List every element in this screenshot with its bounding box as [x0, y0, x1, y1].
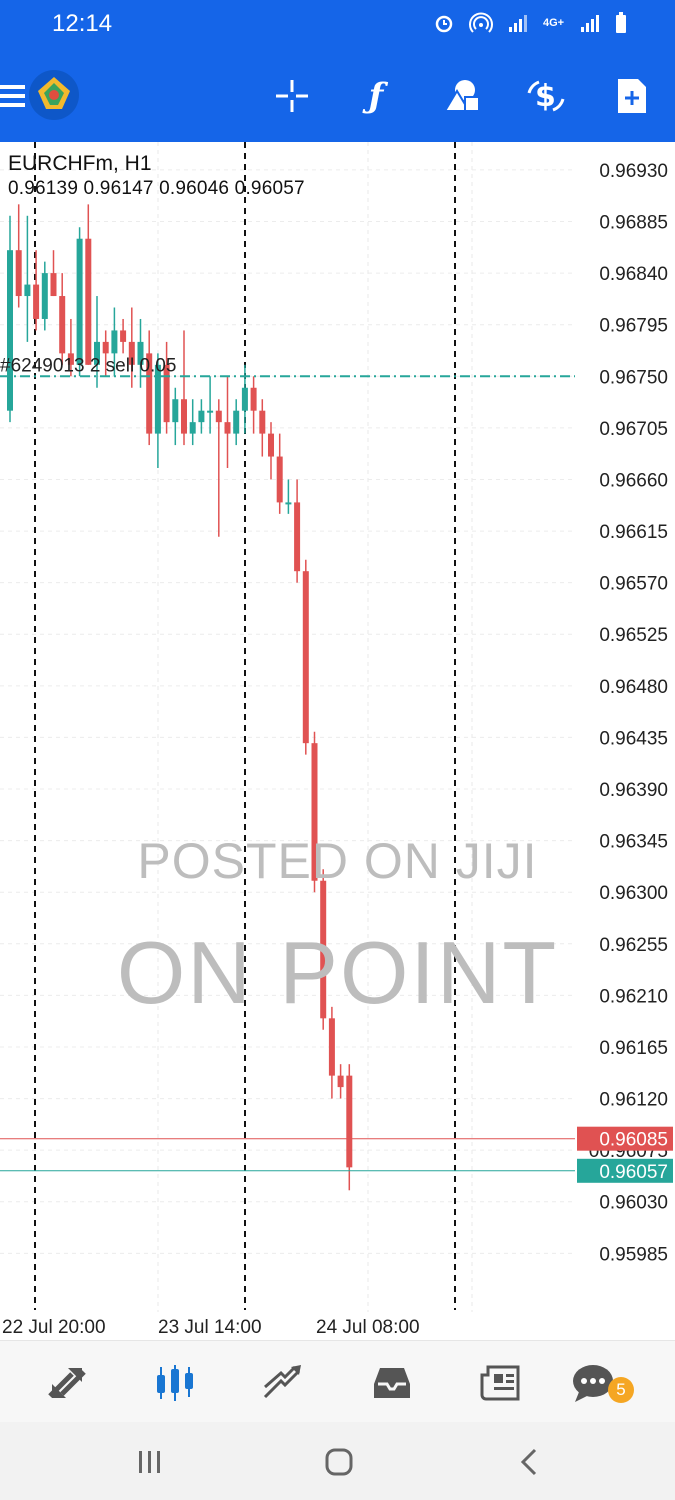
candle-body [85, 238, 92, 365]
y-tick-label: 0.96840 [599, 264, 668, 285]
candle-body [102, 341, 109, 354]
y-tick-label: 0.96435 [599, 728, 668, 749]
candle-body [268, 433, 274, 457]
candle-body [215, 410, 222, 423]
candlestick-chart[interactable]: 0.96930 0.96885 0.96840 0.96795 0.96750 0.967… [0, 142, 675, 1340]
order-label: #6249013 2 sell 0.05 [0, 355, 176, 376]
y-tick-label: 0.96615 [599, 522, 668, 543]
candle-body [285, 502, 292, 505]
y-tick-label: 0.96705 [599, 419, 668, 440]
y-tick-label: 0.96525 [599, 625, 668, 646]
trade-icon[interactable] [259, 1359, 307, 1407]
y-tick-label: 0.96030 [599, 1193, 668, 1214]
ohlc-values: 0.96139 0.96147 0.96046 0.96057 [8, 178, 305, 199]
back-icon[interactable] [511, 1446, 547, 1478]
bid-price-label: 0.96085 [599, 1130, 668, 1151]
candle-body [41, 273, 48, 319]
y-tick-label: 0.96480 [599, 677, 668, 698]
candle-body [120, 330, 127, 342]
hotspot-icon [469, 12, 493, 33]
candle-body [172, 399, 179, 423]
candle-body [207, 410, 214, 413]
candle-body [276, 456, 283, 503]
status-icons: 4G+ [433, 12, 627, 34]
symbol-title: EURCHFm, H1 [8, 152, 152, 175]
candle-body [15, 250, 22, 297]
candle-body [250, 387, 257, 411]
y-tick-label: 0.96165 [599, 1038, 668, 1059]
objects-icon[interactable] [438, 72, 486, 120]
quotes-icon[interactable] [43, 1359, 91, 1407]
status-time: 12:14 [52, 10, 113, 37]
x-tick-label: 23 Jul 14:00 [158, 1317, 262, 1338]
y-tick-label: 0.96660 [599, 470, 668, 491]
y-tick-label: 0.96885 [599, 213, 668, 234]
new-order-icon[interactable] [608, 72, 656, 120]
candle-body [328, 1018, 335, 1076]
home-icon[interactable] [321, 1446, 357, 1478]
indicators-icon[interactable]: ƒ [352, 72, 400, 120]
status-bar: 12:14 4G+ [0, 0, 675, 50]
price-chart[interactable]: 0.96930 0.96885 0.96840 0.96795 0.96750 0.967… [0, 142, 675, 1340]
candle-body [241, 387, 248, 411]
bottom-nav [0, 1340, 675, 1423]
candle-body [111, 330, 118, 354]
x-tick-label: 22 Jul 20:00 [2, 1317, 106, 1338]
signal-icon-2 [581, 15, 599, 32]
candle-body [337, 1075, 344, 1088]
ask-price-label: 0.96057 [599, 1162, 668, 1183]
x-tick-label: 24 Jul 08:00 [316, 1317, 420, 1338]
candle-body [198, 410, 205, 423]
y-tick-label: 0.95985 [599, 1244, 668, 1265]
crosshair-icon[interactable] [268, 72, 316, 120]
symbols-icon[interactable]: $ [522, 72, 570, 120]
recent-apps-icon[interactable] [132, 1446, 168, 1478]
candle-body [59, 296, 66, 354]
chat-badge: 5 [608, 1377, 634, 1403]
candle-body [7, 250, 13, 411]
news-icon[interactable] [477, 1359, 525, 1407]
candle-body [302, 571, 309, 744]
candle-body [233, 410, 240, 434]
y-tick-label: 0.96795 [599, 316, 668, 337]
battery-icon [616, 12, 626, 33]
candle-body [24, 284, 31, 297]
watermark-bottom: ON POINT [116, 923, 559, 1022]
candle-body [224, 422, 231, 434]
candle-body [294, 502, 301, 572]
y-tick-label: 0.96120 [599, 1090, 668, 1111]
app-toolbar: ƒ $ [0, 50, 675, 142]
metatrader-logo[interactable] [27, 68, 81, 122]
candle-body [181, 399, 187, 434]
candle-body [33, 284, 40, 319]
alarm-icon [435, 15, 453, 33]
candle-body [50, 273, 57, 297]
watermark-top: POSTED ON JIJI [137, 833, 538, 889]
candle-body [76, 238, 83, 365]
system-nav-bar [0, 1422, 675, 1500]
y-tick-label: 0.96930 [599, 161, 668, 182]
candle-body [259, 410, 266, 434]
signal-icon [509, 15, 527, 32]
candle-body [189, 422, 196, 434]
y-tick-label: 0.96570 [599, 574, 668, 595]
network-type: 4G+ [543, 17, 565, 29]
y-tick-label: 0.96750 [599, 367, 668, 388]
chart-icon[interactable] [151, 1359, 199, 1407]
history-icon[interactable] [368, 1359, 416, 1407]
candle-body [346, 1075, 353, 1168]
y-tick-label: 0.96390 [599, 780, 668, 801]
